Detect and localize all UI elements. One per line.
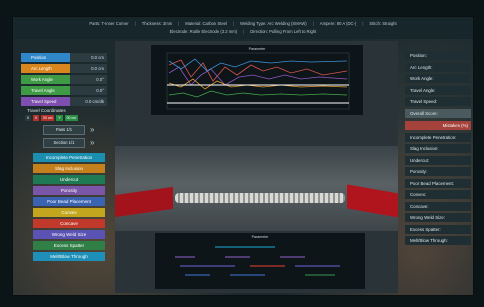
travel-coordinates-title: Travel Coordinates <box>27 108 66 113</box>
pct-slag-inclusion: Slag Inclusion: <box>405 144 471 153</box>
part-info: Parts: T-Inner Corner <box>89 21 129 26</box>
score-travel-speed: Travel Speed: <box>405 97 471 106</box>
welding-type-info: Welding Type: Arc Welding (SMAW) <box>240 21 307 26</box>
graph-top-title: Parameter <box>248 47 266 51</box>
mistake-undercut[interactable]: Undercut <box>33 175 105 184</box>
score-panel: Position: Arc Length: Work Angle: Travel… <box>405 51 471 248</box>
thickness-info: Thickness: 3mm <box>141 21 173 26</box>
travel-coordinates: 0 X 00 cm Y 00 cm <box>25 115 107 121</box>
weld-bead <box>175 193 345 203</box>
mistake-incomplete-penetration[interactable]: Incomplete Penetration <box>33 153 105 162</box>
section-selector: Section 1/1 » <box>43 138 107 148</box>
score-arc-length: Arc Length: <box>405 62 471 72</box>
stitch-info: Stitch: Straight <box>369 21 397 26</box>
coord-x-value: 00 cm <box>41 115 55 121</box>
chevron-right-icon[interactable]: » <box>90 126 94 134</box>
pass-selector: Pass 1/1 » <box>43 125 107 135</box>
coord-y-value: 00 cm <box>64 115 78 121</box>
mistake-concave[interactable]: Concave <box>33 219 105 228</box>
param-work-angle[interactable]: Work Angle 0.0° <box>21 75 107 84</box>
series-line-green <box>168 90 348 98</box>
coord-y-label: Y <box>56 115 63 121</box>
coord-x-label: X <box>32 115 40 121</box>
section-button[interactable]: Section 1/1 <box>43 138 85 148</box>
chevron-right-icon[interactable]: » <box>90 139 94 147</box>
weld-info-bar: Parts: T-Inner Corner | Thickness: 3mm | M… <box>13 17 473 39</box>
ampere-info: Ampere: 80 A (DC-) <box>319 21 357 26</box>
param-arc-length[interactable]: Arc Length 0.0 cm <box>21 64 107 73</box>
score-travel-angle: Travel Angle: <box>405 85 471 95</box>
param-position[interactable]: Position 0.0 cm <box>21 53 107 62</box>
series-line-purple <box>168 66 348 86</box>
simulator-screen: Parts: T-Inner Corner | Thickness: 3mm | M… <box>12 16 474 296</box>
parameter-graph-bottom: Parameter <box>155 233 365 289</box>
param-travel-angle[interactable]: Travel Angle 0.0° <box>21 86 107 95</box>
material-info: Material: Carbon Steel <box>185 21 227 26</box>
weld-view: Parameter Parameter <box>115 41 398 293</box>
parameter-graph-top: Parameter <box>151 45 363 115</box>
parameter-panel: Position 0.0 cm Arc Length 0.0 cm Work A… <box>21 53 107 263</box>
pct-melt-blow-through: Melt/Blow Through: <box>405 236 471 245</box>
pct-excess-spatter: Excess Spatter: <box>405 224 471 234</box>
mistake-slag-inclusion[interactable]: Slag Inclusion <box>33 164 105 173</box>
pct-convex: Convex: <box>405 190 471 199</box>
coord-zero: 0 <box>25 115 31 121</box>
mistake-wrong-weld-size[interactable]: Wrong Weld Size <box>33 230 105 239</box>
mistake-poor-bead-placement[interactable]: Poor Bead Placement <box>33 197 105 206</box>
overall-score: Overall Score: <box>405 108 471 118</box>
mistakes-header: Mistakes (%) <box>405 120 471 130</box>
series-line-blue <box>168 58 348 72</box>
pct-porosity: Porosity: <box>405 167 471 176</box>
score-position: Position: <box>405 51 471 60</box>
pct-wrong-weld-size: Wrong Weld Size: <box>405 213 471 222</box>
pct-undercut: Undercut: <box>405 155 471 165</box>
pass-button[interactable]: Pass 1/1 <box>43 125 85 135</box>
mistake-timeline <box>175 246 340 276</box>
graph-bottom-title: Parameter <box>251 235 269 239</box>
parameter-lines <box>166 52 350 110</box>
mistake-porosity[interactable]: Porosity <box>33 186 105 195</box>
direction-info: Direction: Pulling From Left to Right <box>250 29 317 34</box>
series-line-red <box>168 59 348 82</box>
mistake-list: Incomplete Penetration Slag Inclusion Un… <box>33 153 107 261</box>
score-work-angle: Work Angle: <box>405 74 471 83</box>
mistake-convex[interactable]: Convex <box>33 208 105 217</box>
mistake-melt-blow-through[interactable]: Melt/Blow Through <box>33 252 105 261</box>
pct-concave: Concave: <box>405 201 471 211</box>
param-travel-speed[interactable]: Travel Speed 0.0 cm/dk <box>21 97 107 106</box>
pct-poor-bead-placement: Poor Bead Placement: <box>405 178 471 188</box>
pct-incomplete-penetration: Incomplete Penetration: <box>405 132 471 142</box>
mistake-excess-spatter[interactable]: Excess Spatter <box>33 241 105 250</box>
electrode-info: Electrode: Rutile Electrode (3.2 mm) <box>169 29 238 34</box>
